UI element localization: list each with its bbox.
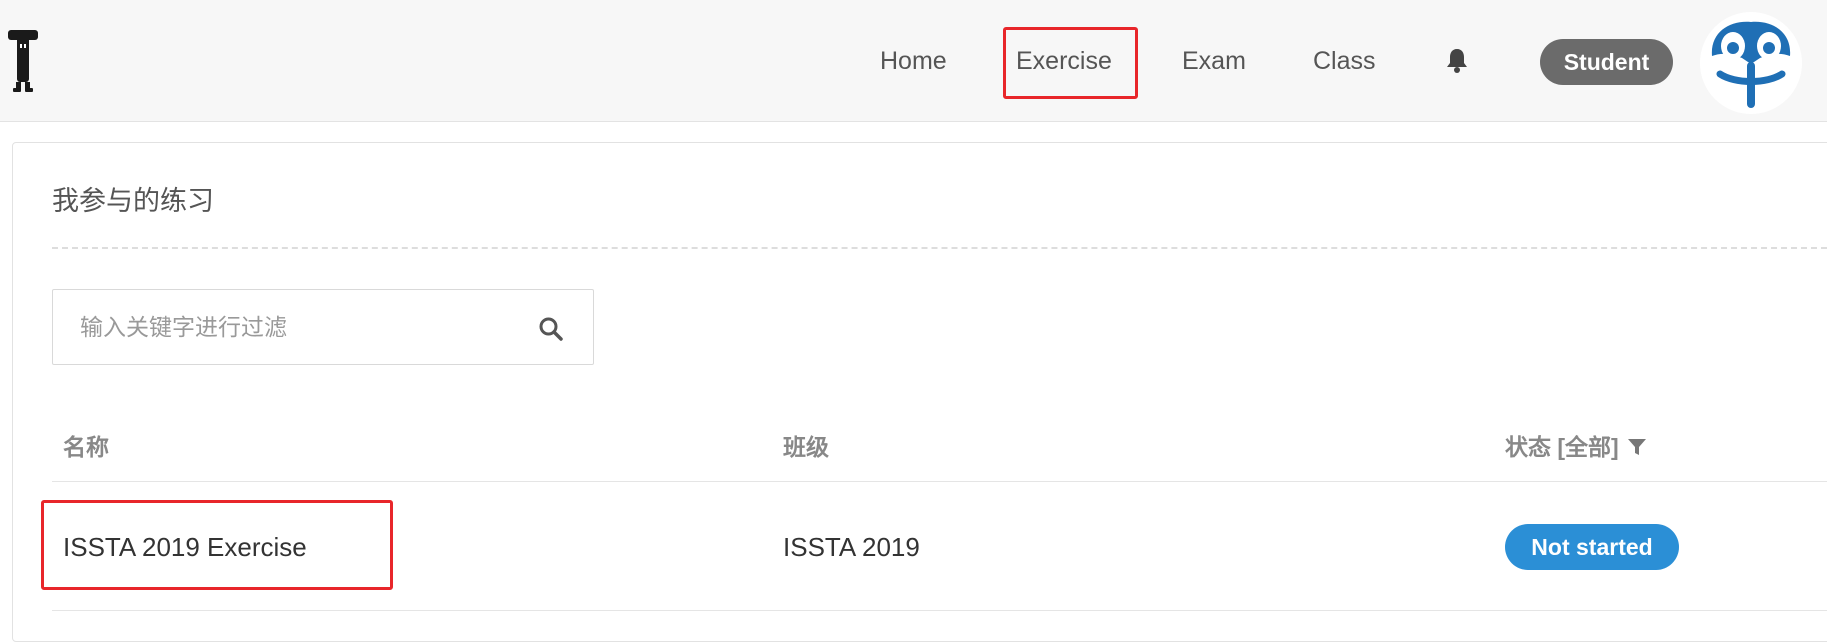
role-badge: Student	[1540, 39, 1673, 85]
t-mascot-logo-icon[interactable]	[8, 30, 38, 92]
filter-icon[interactable]	[1627, 437, 1647, 457]
search-input[interactable]	[53, 290, 513, 364]
nav-class-link[interactable]: Class	[1313, 46, 1376, 76]
search-box	[52, 289, 594, 365]
column-header-name: 名称	[63, 434, 109, 460]
bell-icon[interactable]	[1446, 47, 1468, 73]
nav-exercise-link[interactable]: Exercise	[1016, 46, 1112, 76]
status-badge: Not started	[1505, 524, 1679, 570]
search-icon[interactable]	[538, 316, 564, 342]
table-row-divider	[52, 610, 1827, 611]
user-avatar[interactable]	[1700, 12, 1802, 114]
column-header-class: 班级	[783, 434, 829, 460]
nav-exam-link[interactable]: Exam	[1182, 46, 1246, 76]
nav-home-link[interactable]: Home	[880, 46, 947, 76]
exercise-name-link[interactable]: ISSTA 2019 Exercise	[63, 532, 307, 562]
table-header-divider	[52, 481, 1827, 482]
mascot-avatar-icon	[1700, 12, 1802, 114]
top-navbar: Home Exercise Exam Class Student	[0, 0, 1827, 122]
column-header-status[interactable]: 状态 [全部]	[1505, 433, 1647, 461]
page-title: 我参与的练习	[52, 186, 214, 216]
title-divider	[52, 247, 1827, 249]
column-header-status-label: 状态 [全部]	[1505, 434, 1619, 460]
exercise-class-cell: ISSTA 2019	[783, 532, 920, 562]
